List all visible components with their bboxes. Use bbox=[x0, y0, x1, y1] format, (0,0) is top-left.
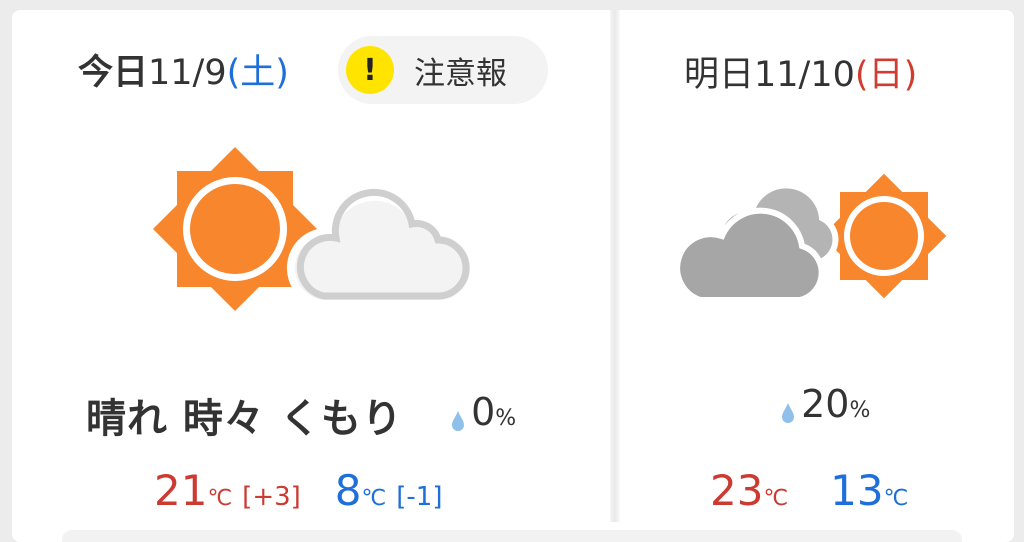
today-low-temp: 8℃ [-1] bbox=[334, 466, 443, 515]
today-weekday: 土 bbox=[240, 53, 276, 93]
warning-advisory-button[interactable]: ! 注意報 bbox=[338, 36, 548, 104]
tomorrow-date: 明日11/10(日) bbox=[684, 55, 918, 95]
weather-description: 晴れ 時々 くもり bbox=[86, 396, 403, 442]
tomorrow-weekday: 日 bbox=[868, 55, 904, 95]
today-date: 今日11/9(土) bbox=[78, 53, 289, 93]
tomorrow-low-temp: 13℃ bbox=[830, 466, 909, 515]
next-section-edge bbox=[62, 530, 962, 542]
warning-label: 注意報 bbox=[414, 55, 507, 92]
column-divider bbox=[610, 10, 620, 522]
tomorrow-date-value: 11/10 bbox=[754, 55, 855, 95]
tomorrow-temperatures: 23℃ 13℃ bbox=[710, 466, 908, 515]
today-high-diff: [+3] bbox=[242, 482, 301, 512]
cloudy-then-sun-icon bbox=[680, 173, 946, 303]
tomorrow-high-temp: 23℃ bbox=[710, 466, 789, 515]
cloud-icon bbox=[286, 188, 476, 308]
today-rain-unit: % bbox=[495, 406, 517, 431]
sun-core bbox=[190, 184, 280, 274]
forecast-card: 今日11/9(土) ! 注意報 晴れ 時々 くもり 0% 21℃ [+3] 8℃ [-… bbox=[12, 10, 1014, 542]
raindrop-icon bbox=[452, 410, 464, 431]
today-high-temp: 21℃ [+3] bbox=[154, 466, 301, 515]
exclamation-icon: ! bbox=[346, 46, 394, 94]
tomorrow-rain-value: 20 bbox=[801, 382, 850, 426]
raindrop-icon bbox=[782, 402, 794, 423]
today-label: 今日 bbox=[78, 53, 149, 93]
today-date-value: 11/9 bbox=[148, 53, 227, 93]
tomorrow-precipitation: 20% bbox=[780, 382, 870, 426]
today-low-diff: [-1] bbox=[396, 482, 443, 512]
tomorrow-rain-unit: % bbox=[849, 398, 871, 423]
today-temperatures: 21℃ [+3] 8℃ [-1] bbox=[154, 466, 442, 515]
today-rain-value: 0 bbox=[471, 390, 496, 434]
tomorrow-label: 明日 bbox=[684, 55, 755, 95]
sun-icon bbox=[821, 173, 946, 299]
sun-partly-cloudy-icon bbox=[152, 146, 476, 312]
today-precipitation: 0% bbox=[450, 390, 516, 434]
